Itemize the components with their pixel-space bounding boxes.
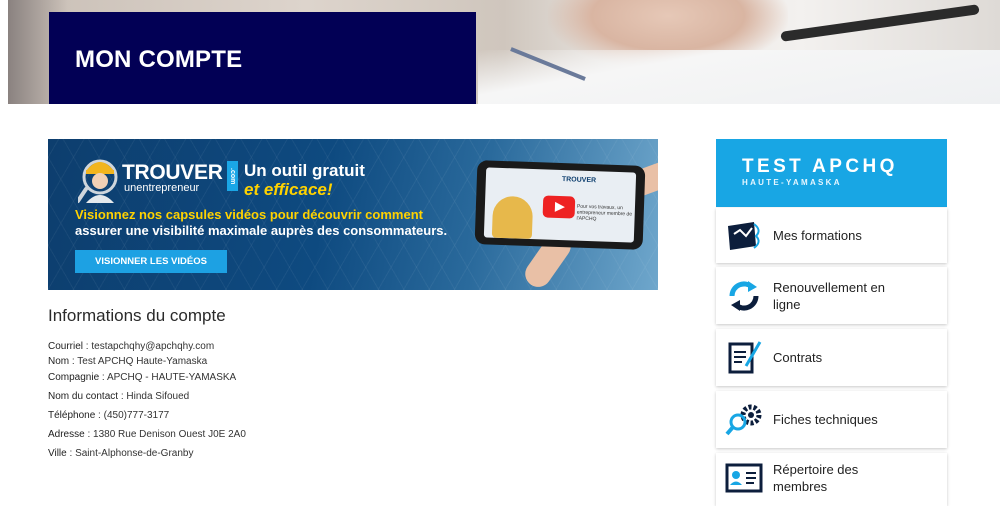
info-address: Adresse : 1380 Rue Denison Ouest J0E 2A0 [48,429,246,440]
account-region: HAUTE-YAMASKA [742,178,842,187]
info-value: Hinda Sifoued [126,391,190,402]
certificate-icon [728,221,760,250]
screen-worker-image [491,195,534,240]
account-name: TEST APCHQ [742,156,898,177]
tagline-line-2: et efficace! [244,180,333,199]
promo-text-line-2: assurer une visibilité maximale auprès d… [75,223,448,238]
tablet-image: TROUVER Pour vos travaux, un entrepreneu… [474,160,646,250]
account-info-title: Informations du compte [48,306,226,325]
info-city: Ville : Saint-Alphonse-de-Granby [48,448,194,459]
play-icon[interactable] [542,195,576,219]
info-label: Adresse [48,429,85,440]
info-company: Compagnie : APCHQ - HAUTE-YAMASKA [48,372,237,383]
info-email: Courriel : testapchqhy@apchqhy.com [48,341,215,352]
info-value: Saint-Alphonse-de-Granby [75,448,194,459]
screen-logo: TROUVER [561,176,597,185]
watch-videos-button[interactable]: VISIONNER LES VIDÉOS [75,250,227,273]
hero-paper-image [478,50,1000,104]
info-label: Ville [48,448,67,459]
info-name: Nom : Test APCHQ Haute-Yamaska [48,356,208,367]
sidebar-item-contrats[interactable]: Contrats [716,329,947,386]
sidebar-item-fiches-techniques[interactable]: Fiches techniques [716,391,947,448]
hero-banner: MON COMPTE [8,0,1000,104]
tagline-line-1: Un outil gratuit [244,161,365,180]
member-directory-icon [725,463,763,493]
promo-banner[interactable]: TROUVER unentrepreneur .com Un outil gra… [48,139,658,290]
sidebar-item-label: Renouvellement en ligne [773,279,886,312]
logo-subtitle: unentrepreneur [124,182,200,194]
info-contact: Nom du contact : Hinda Sifoued [48,391,190,402]
sidebar-item-renouvellement[interactable]: Renouvellement en ligne [716,267,947,324]
sidebar-item-mes-formations[interactable]: Mes formations [716,208,947,263]
promo-text-line-1: Visionnez nos capsules vidéos pour décou… [75,207,423,222]
contract-pen-icon [728,340,762,373]
info-value: 1380 Rue Denison Ouest J0E 2A0 [93,429,246,440]
info-value: (450)777-3177 [103,410,170,421]
info-label: Nom [48,356,70,367]
gear-magnifier-icon [725,404,762,435]
info-label: Nom du contact [48,391,119,402]
sidebar-header: TEST APCHQ HAUTE-YAMASKA [716,139,947,207]
hero-title-box: MON COMPTE [49,12,476,104]
logo-com-tag: .com [227,161,238,191]
info-value: APCHQ - HAUTE-YAMASKA [106,372,237,383]
screen-text: Pour vos travaux, un entrepreneur membre… [576,203,633,223]
worker-logo-icon [78,159,118,203]
sidebar-item-label: Fiches techniques [773,412,878,427]
hero-pen-image [780,4,980,42]
sidebar-item-label: Contrats [773,350,823,365]
tablet-screen: TROUVER Pour vos travaux, un entrepreneu… [483,167,637,243]
page-title: MON COMPTE [75,46,243,73]
info-value: Test APCHQ Haute-Yamaska [77,356,208,367]
sidebar-item-label: Répertoire des membres [773,462,859,494]
sidebar-item-repertoire[interactable]: Répertoire des membres [716,453,947,506]
info-value: testapchqhy@apchqhy.com [91,341,215,352]
renew-arrows-icon [729,280,759,311]
info-label: Téléphone [48,410,96,421]
sidebar-item-label: Mes formations [773,228,862,243]
info-label: Courriel [48,341,84,352]
info-label: Compagnie [48,372,100,383]
info-phone: Téléphone : (450)777-3177 [48,410,170,421]
